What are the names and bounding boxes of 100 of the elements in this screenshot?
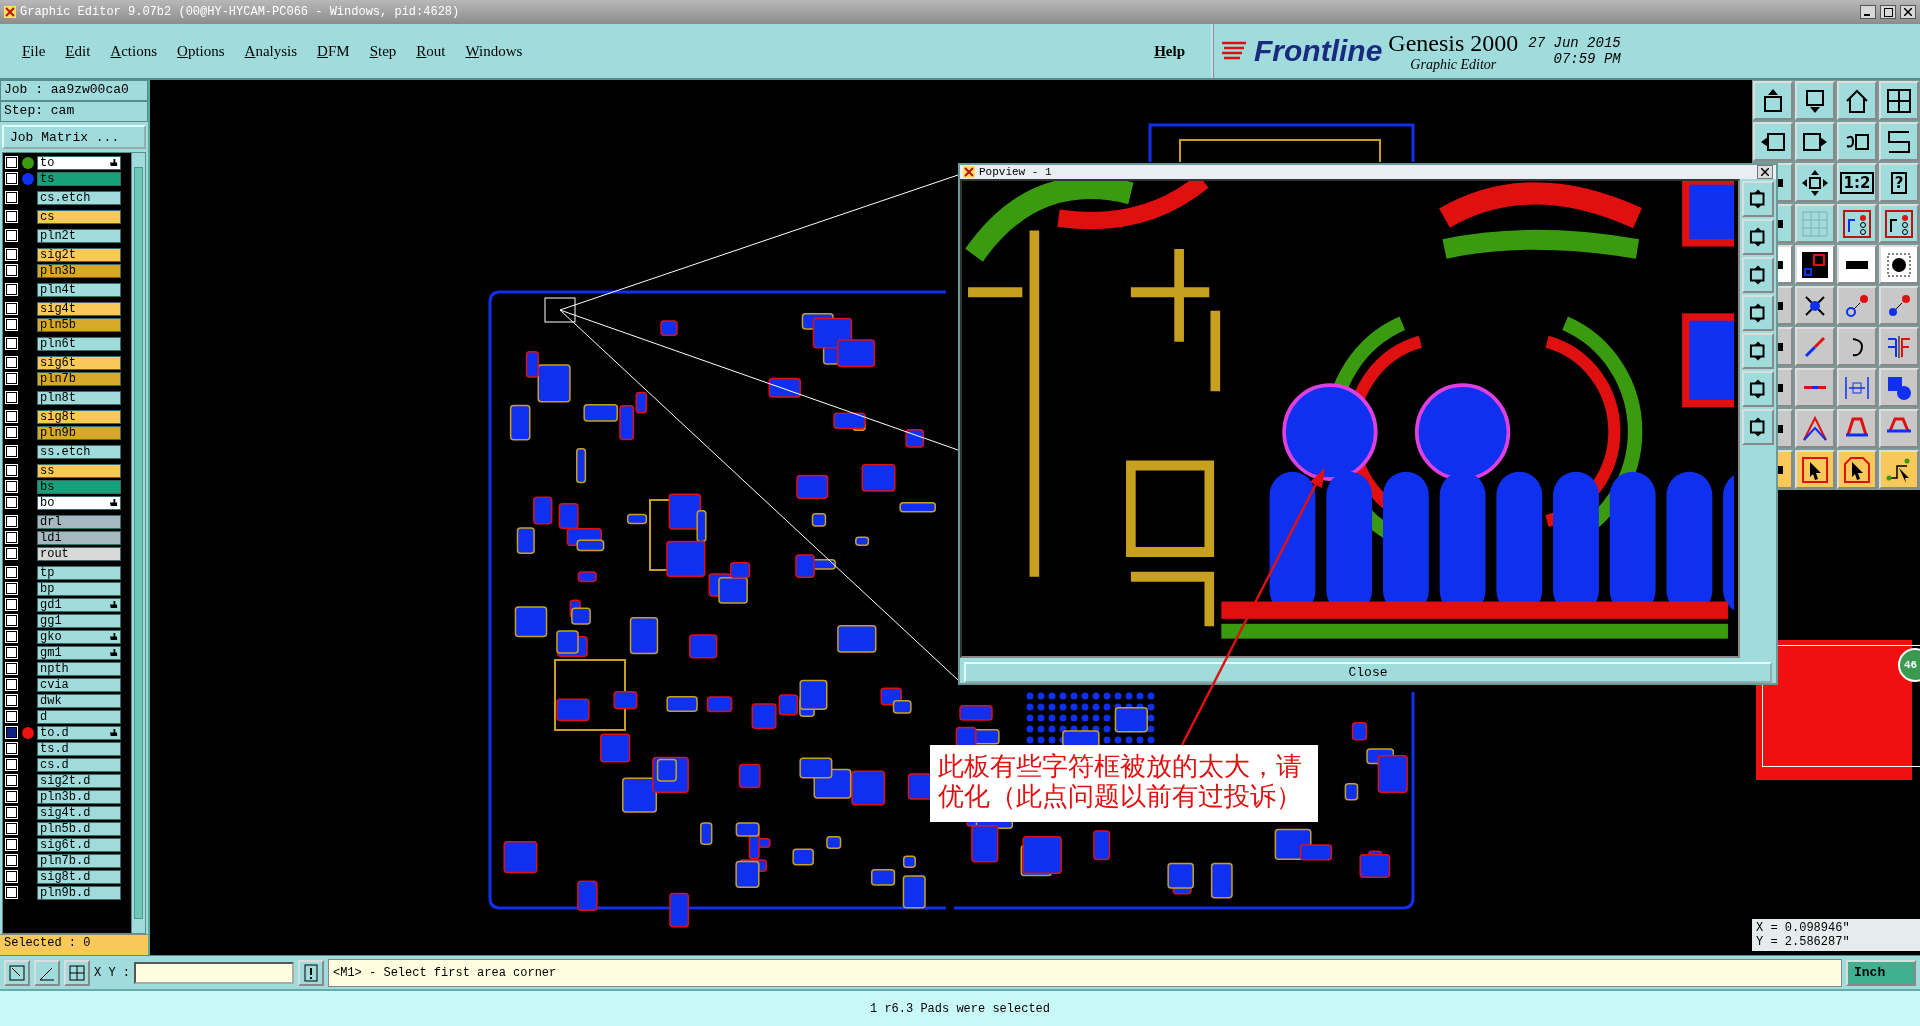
- toolbar-button[interactable]: [1742, 295, 1774, 331]
- layer-checkbox[interactable]: [6, 357, 17, 368]
- layer-checkbox[interactable]: [6, 173, 17, 184]
- toolbar-button[interactable]: [1795, 163, 1835, 202]
- layer-item[interactable]: sig2t: [37, 247, 121, 262]
- toolbar-button[interactable]: [1753, 81, 1793, 120]
- layer-item[interactable]: pln4t: [37, 282, 121, 297]
- layer-item[interactable]: bs: [37, 479, 121, 494]
- layer-item[interactable]: d: [37, 709, 121, 724]
- layer-checkbox[interactable]: [6, 303, 17, 314]
- layer-item[interactable]: sig2t.d: [37, 773, 121, 788]
- layer-item[interactable]: cs: [37, 209, 121, 224]
- layer-checkbox[interactable]: [6, 791, 17, 802]
- layer-item[interactable]: tp: [37, 565, 121, 580]
- toolbar-button[interactable]: [1795, 245, 1835, 284]
- layer-item[interactable]: to: [37, 155, 121, 170]
- layer-item[interactable]: pln3b: [37, 263, 121, 278]
- layer-checkbox[interactable]: [6, 711, 17, 722]
- toolbar-button[interactable]: [1837, 122, 1877, 161]
- maximize-button[interactable]: [1880, 5, 1896, 19]
- layer-checkbox[interactable]: [6, 265, 17, 276]
- tool-button[interactable]: [64, 959, 90, 986]
- layer-checkbox[interactable]: [6, 583, 17, 594]
- xy-input-field[interactable]: [134, 961, 294, 984]
- scrollbar[interactable]: [131, 153, 145, 933]
- layer-item[interactable]: ts.d: [37, 741, 121, 756]
- layer-item[interactable]: pln7b.d: [37, 853, 121, 868]
- toolbar-button[interactable]: [1837, 245, 1877, 284]
- toolbar-button[interactable]: [1795, 286, 1835, 325]
- toolbar-button[interactable]: [1879, 204, 1919, 243]
- layer-item[interactable]: sig4t: [37, 301, 121, 316]
- layer-item[interactable]: sig8t: [37, 409, 121, 424]
- layer-item[interactable]: sig4t.d: [37, 805, 121, 820]
- menu-item[interactable]: Options: [167, 38, 235, 64]
- layer-item[interactable]: bp: [37, 581, 121, 596]
- layer-item[interactable]: pln9b: [37, 425, 121, 440]
- menu-item[interactable]: Analysis: [234, 38, 308, 64]
- toolbar-button[interactable]: [1742, 181, 1774, 217]
- layer-checkbox[interactable]: [6, 411, 17, 422]
- layer-checkbox[interactable]: [6, 192, 17, 203]
- tool-button[interactable]: [298, 959, 324, 986]
- layer-checkbox[interactable]: [6, 465, 17, 476]
- layer-checkbox[interactable]: [6, 392, 17, 403]
- layer-checkbox[interactable]: [6, 516, 17, 527]
- layer-item[interactable]: cs.etch: [37, 190, 121, 205]
- layer-checkbox[interactable]: [6, 446, 17, 457]
- layer-item[interactable]: gg1: [37, 613, 121, 628]
- layer-checkbox[interactable]: [6, 807, 17, 818]
- layer-item[interactable]: ss.etch: [37, 444, 121, 459]
- toolbar-button[interactable]: [1742, 219, 1774, 255]
- layer-item[interactable]: ss: [37, 463, 121, 478]
- layer-checkbox[interactable]: [6, 230, 17, 241]
- toolbar-button[interactable]: [1795, 81, 1835, 120]
- layer-item[interactable]: bo: [37, 495, 121, 510]
- layer-item[interactable]: to.d: [37, 725, 121, 740]
- toolbar-button[interactable]: [1742, 409, 1774, 445]
- layer-checkbox[interactable]: [6, 532, 17, 543]
- layer-checkbox[interactable]: [6, 249, 17, 260]
- layer-checkbox[interactable]: [6, 157, 17, 168]
- menu-item[interactable]: Actions: [100, 38, 168, 64]
- minimize-button[interactable]: [1860, 5, 1876, 19]
- layer-item[interactable]: npth: [37, 661, 121, 676]
- menu-item[interactable]: Step: [359, 38, 407, 64]
- layer-checkbox[interactable]: [6, 319, 17, 330]
- toolbar-button[interactable]: 1:2: [1837, 163, 1877, 202]
- layer-item[interactable]: drl: [37, 514, 121, 529]
- layer-item[interactable]: sig6t.d: [37, 837, 121, 852]
- toolbar-button[interactable]: [1753, 122, 1793, 161]
- close-button[interactable]: [1757, 165, 1773, 179]
- layer-checkbox[interactable]: [6, 839, 17, 850]
- job-matrix-button[interactable]: Job Matrix ...: [2, 125, 146, 149]
- layer-item[interactable]: ldi: [37, 530, 121, 545]
- layer-item[interactable]: pln3b.d: [37, 789, 121, 804]
- toolbar-button[interactable]: [1879, 122, 1919, 161]
- layer-checkbox[interactable]: [6, 427, 17, 438]
- menu-item[interactable]: Rout: [406, 38, 456, 64]
- layer-checkbox[interactable]: [6, 599, 17, 610]
- layer-checkbox[interactable]: [6, 743, 17, 754]
- toolbar-button[interactable]: [1742, 257, 1774, 293]
- layer-item[interactable]: pln5b: [37, 317, 121, 332]
- close-button[interactable]: Close: [964, 662, 1772, 683]
- layer-checkbox[interactable]: [6, 759, 17, 770]
- layer-item[interactable]: gm1: [37, 645, 121, 660]
- layer-checkbox[interactable]: [6, 887, 17, 898]
- layer-checkbox[interactable]: [6, 647, 17, 658]
- layer-item[interactable]: sig8t.d: [37, 869, 121, 884]
- layer-item[interactable]: cvia: [37, 677, 121, 692]
- layer-item[interactable]: pln2t: [37, 228, 121, 243]
- toolbar-button[interactable]: [1879, 81, 1919, 120]
- layer-item[interactable]: pln5b.d: [37, 821, 121, 836]
- layer-item[interactable]: pln6t: [37, 336, 121, 351]
- layer-item[interactable]: gko: [37, 629, 121, 644]
- layer-checkbox[interactable]: [6, 679, 17, 690]
- layer-checkbox[interactable]: [6, 775, 17, 786]
- layer-checkbox[interactable]: [6, 481, 17, 492]
- layer-checkbox[interactable]: [6, 284, 17, 295]
- layer-item[interactable]: sig6t: [37, 355, 121, 370]
- layer-checkbox[interactable]: [6, 855, 17, 866]
- help-menu[interactable]: Help: [1144, 38, 1195, 64]
- layer-item[interactable]: rout: [37, 546, 121, 561]
